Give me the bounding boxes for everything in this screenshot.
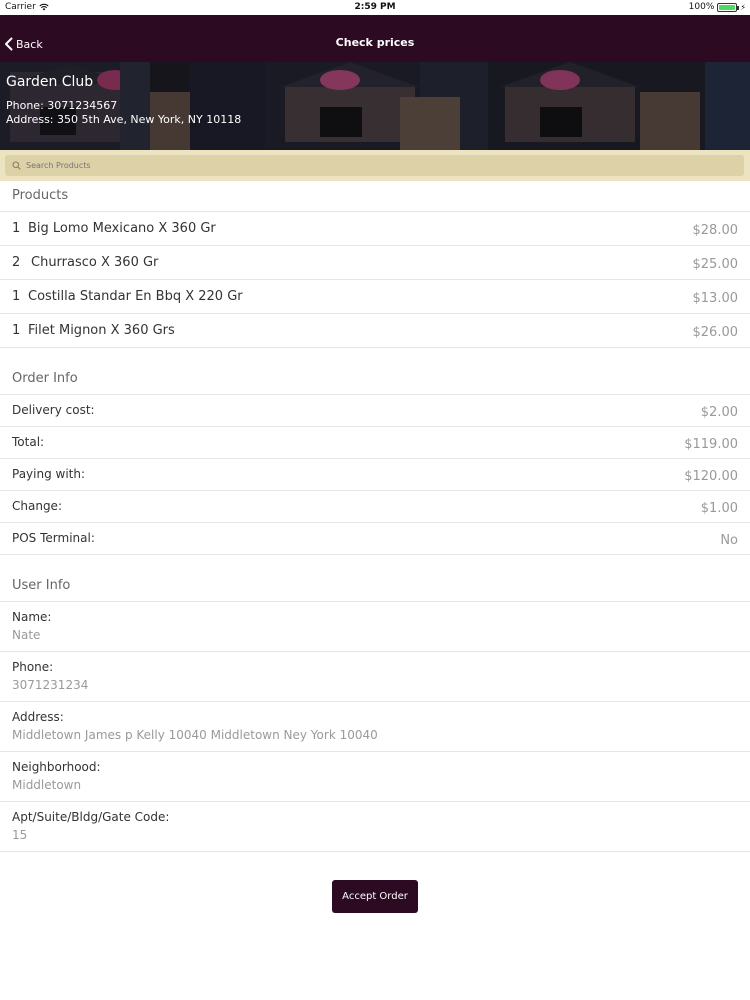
accept-order-button[interactable]: Accept Order (332, 880, 418, 913)
charging-icon: ⚡ (740, 2, 746, 12)
pos-terminal-row: POS Terminal: No (0, 522, 750, 554)
venue-phone: Phone: 3071234567 (6, 99, 118, 112)
user-field-label: Neighborhood: (12, 760, 101, 774)
user-field-value: Middletown James p Kelly 10040 Middletow… (12, 728, 378, 742)
info-label: Total: (12, 435, 45, 449)
info-label: Change: (12, 499, 62, 513)
product-name: Filet Mignon X 360 Grs (28, 323, 175, 338)
paying-with-row: Paying with: $120.00 (0, 458, 750, 490)
info-label: Paying with: (12, 467, 86, 481)
user-field-value: 15 (12, 828, 28, 842)
battery-percent: 100% (688, 2, 715, 12)
user-field-value: Middletown (12, 778, 82, 792)
venue-details: Garden Club Phone: 3071234567 Address: 3… (6, 74, 241, 127)
change-row: Change: $1.00 (0, 490, 750, 522)
total-row: Total: $119.00 (0, 426, 750, 458)
delivery-cost-row: Delivery cost: $2.00 (0, 394, 750, 426)
info-value: $119.00 (684, 437, 738, 452)
product-price: $26.00 (692, 325, 739, 340)
user-field-value: 3071231234 (12, 678, 89, 692)
battery-indicator: 100% ⚡ (689, 2, 746, 12)
search-icon (12, 161, 21, 170)
user-field-label: Phone: (12, 660, 54, 674)
product-quantity: 1 (12, 323, 21, 338)
venue-header: Garden Club Phone: 3071234567 Address: 3… (0, 62, 750, 150)
product-quantity: 1 (12, 289, 21, 304)
info-label: Delivery cost: (12, 403, 95, 417)
info-value: No (720, 533, 738, 548)
order-info-section-title: Order Info (12, 371, 78, 386)
product-name: Big Lomo Mexicano X 360 Gr (28, 221, 216, 236)
product-quantity: 2 (12, 255, 21, 270)
user-info-section-title: User Info (12, 578, 71, 593)
product-price: $25.00 (692, 257, 739, 272)
user-field-value: Nate (12, 628, 41, 642)
user-address-row: Address: Middletown James p Kelly 10040 … (0, 701, 750, 751)
navigation-bar: Back Check prices (0, 15, 750, 62)
products-section-title: Products (12, 188, 69, 203)
info-value: $120.00 (684, 469, 738, 484)
user-field-label: Apt/Suite/Bldg/Gate Code: (12, 810, 170, 824)
status-time: 2:59 PM (354, 2, 396, 12)
product-row: 1 Big Lomo Mexicano X 360 Gr $28.00 (0, 211, 750, 245)
user-neighborhood-row: Neighborhood: Middletown (0, 751, 750, 801)
search-input[interactable] (26, 161, 626, 170)
user-field-label: Name: (12, 610, 52, 624)
info-value: $2.00 (700, 405, 738, 420)
product-price: $28.00 (692, 223, 739, 238)
venue-address: Address: 350 5th Ave, New York, NY 10118 (6, 113, 242, 126)
product-name: Churrasco X 360 Gr (31, 255, 159, 270)
product-row: 2 Churrasco X 360 Gr $25.00 (0, 245, 750, 279)
status-bar: Carrier 2:59 PM 100% ⚡ (0, 0, 750, 15)
user-phone-row: Phone: 3071231234 (0, 651, 750, 701)
product-row: 1 Costilla Standar En Bbq X 220 Gr $13.0… (0, 279, 750, 313)
battery-icon (717, 2, 740, 12)
page-title: Check prices (335, 36, 415, 49)
info-label: POS Terminal: (12, 531, 95, 545)
user-name-row: Name: Nate (0, 601, 750, 651)
user-gate-code-row: Apt/Suite/Bldg/Gate Code: 15 (0, 801, 750, 851)
info-value: $1.00 (700, 501, 738, 516)
product-price: $13.00 (692, 291, 739, 306)
product-quantity: 1 (12, 221, 21, 236)
order-details: Products 1 Big Lomo Mexicano X 360 Gr $2… (0, 181, 750, 852)
product-row: 1 Filet Mignon X 360 Grs $26.00 (0, 313, 750, 347)
venue-name: Garden Club (6, 74, 94, 90)
search-box[interactable] (5, 155, 744, 176)
search-bar (0, 150, 750, 181)
product-name: Costilla Standar En Bbq X 220 Gr (28, 289, 243, 304)
user-field-label: Address: (12, 710, 64, 724)
